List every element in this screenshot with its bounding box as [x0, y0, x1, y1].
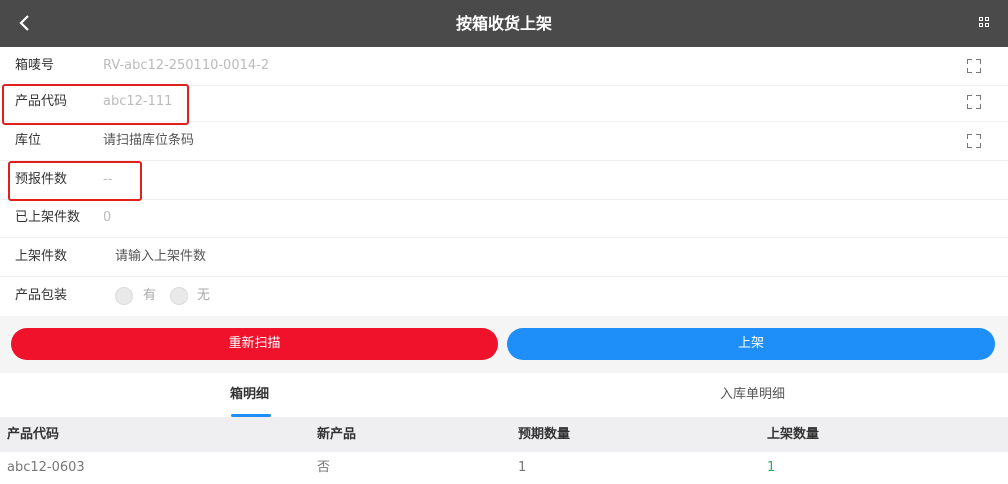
grid-menu-icon[interactable] — [979, 17, 990, 28]
scan-icon[interactable] — [967, 134, 981, 148]
col-expected-qty: 预期数量 — [518, 427, 571, 442]
shelved-qty-value: 0 — [103, 210, 112, 225]
box-no-label: 箱唛号 — [15, 58, 55, 73]
box-no-row: 箱唛号 RV-abc12-250110-0014-2 — [0, 47, 1008, 86]
action-bar: 重新扫描 上架 — [0, 316, 1008, 373]
scan-icon[interactable] — [967, 59, 981, 73]
shelve-qty-row: 上架件数 请输入上架件数 — [0, 238, 1008, 277]
box-no-value[interactable]: RV-abc12-250110-0014-2 — [103, 47, 269, 85]
header-bar: 按箱收货上架 — [0, 0, 1008, 47]
col-product-code: 产品代码 — [7, 427, 60, 442]
location-input[interactable]: 请扫描库位条码 — [103, 122, 194, 160]
rescan-button[interactable]: 重新扫描 — [11, 328, 498, 360]
packaging-yes-radio[interactable] — [115, 287, 133, 305]
location-row: 库位 请扫描库位条码 — [0, 122, 1008, 161]
cell-expected-qty: 1 — [518, 460, 527, 475]
shelved-qty-row: 已上架件数 0 — [0, 199, 1008, 238]
packaging-yes-label: 有 — [143, 288, 157, 303]
col-shelved-qty: 上架数量 — [767, 427, 820, 442]
packaging-row: 产品包装 有 无 — [0, 277, 1008, 316]
tab-inbound-detail[interactable]: 入库单明细 — [720, 373, 785, 417]
highlight-product-code — [2, 84, 189, 125]
forecast-qty-row: 预报件数 -- — [0, 161, 1008, 200]
scan-icon[interactable] — [967, 95, 981, 109]
tab-box-detail[interactable]: 箱明细 — [230, 373, 269, 417]
shelve-qty-label: 上架件数 — [15, 249, 68, 264]
cell-shelved-qty: 1 — [767, 460, 776, 475]
cell-new-product: 否 — [317, 460, 331, 475]
packaging-no-label: 无 — [197, 288, 211, 303]
col-new-product: 新产品 — [317, 427, 357, 442]
shelve-button[interactable]: 上架 — [507, 328, 995, 360]
shelved-qty-label: 已上架件数 — [15, 210, 81, 225]
detail-tabs: 箱明细 入库单明细 — [0, 373, 1008, 417]
shelve-qty-input[interactable]: 请输入上架件数 — [115, 238, 206, 276]
page-title: 按箱收货上架 — [455, 14, 552, 33]
cell-product-code: abc12-0603 — [7, 460, 85, 475]
location-label: 库位 — [15, 133, 42, 148]
packaging-label: 产品包装 — [15, 288, 68, 303]
packaging-no-radio[interactable] — [170, 287, 188, 305]
highlight-forecast-qty — [8, 161, 142, 201]
table-row[interactable]: abc12-0603 否 1 1 — [0, 452, 1008, 484]
table-header: 产品代码 新产品 预期数量 上架数量 — [0, 417, 1008, 452]
